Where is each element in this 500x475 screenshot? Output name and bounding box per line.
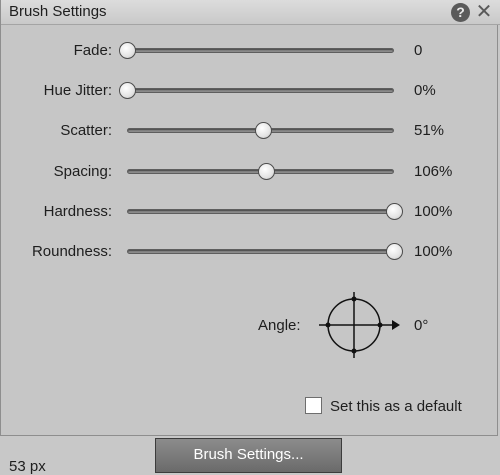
close-icon[interactable]: ✕ <box>474 1 494 23</box>
slider-thumb[interactable] <box>255 122 273 139</box>
angle-label: Angle: <box>258 317 301 334</box>
slider-thumb[interactable] <box>386 243 403 260</box>
slider-row-scatter: Scatter: 51% <box>1 116 500 146</box>
roundness-slider[interactable] <box>127 243 403 260</box>
slider-label: Scatter: <box>60 122 112 139</box>
slider-label: Spacing: <box>53 163 112 180</box>
set-default-label[interactable]: Set this as a default <box>330 398 462 415</box>
slider-value: 100% <box>414 203 453 220</box>
brush-settings-button[interactable]: Brush Settings... <box>155 438 342 473</box>
slider-thumb[interactable] <box>386 203 403 220</box>
slider-thumb[interactable] <box>119 42 136 59</box>
slider-row-hardness: Hardness: 100% <box>1 197 500 227</box>
slider-value: 51% <box>414 122 445 139</box>
angle-handle-bottom[interactable] <box>351 348 357 354</box>
slider-label: Fade: <box>73 42 112 59</box>
angle-handle-top[interactable] <box>351 296 357 302</box>
slider-thumb[interactable] <box>119 82 136 99</box>
slider-value: 0% <box>414 82 436 99</box>
hardness-slider[interactable] <box>127 203 403 220</box>
slider-row-roundness: Roundness: 100% <box>1 237 500 267</box>
spacing-slider[interactable] <box>127 163 394 180</box>
angle-dial[interactable] <box>316 290 406 360</box>
brush-size-readout: 53 px <box>9 458 46 475</box>
slider-label: Hue Jitter: <box>43 82 112 99</box>
hue-jitter-slider[interactable] <box>119 82 394 99</box>
slider-track[interactable] <box>127 48 394 53</box>
angle-handle-left[interactable] <box>325 322 331 328</box>
slider-label: Hardness: <box>43 203 112 220</box>
slider-row-spacing: Spacing: 106% <box>1 157 500 187</box>
scatter-slider[interactable] <box>127 122 394 139</box>
angle-value: 0° <box>414 317 429 334</box>
slider-thumb[interactable] <box>257 163 275 180</box>
fade-slider[interactable] <box>119 42 394 59</box>
brush-settings-panel: Brush Settings ? ✕ Fade: 0 Hue Jitter: 0… <box>0 0 500 436</box>
slider-label: Roundness: <box>31 243 112 260</box>
slider-track[interactable] <box>127 249 394 254</box>
slider-track[interactable] <box>127 88 394 93</box>
slider-value: 0 <box>414 42 423 59</box>
angle-arrow-icon <box>392 320 400 330</box>
slider-row-fade: Fade: 0 <box>1 36 500 66</box>
slider-track[interactable] <box>127 209 394 214</box>
slider-value: 100% <box>414 243 453 260</box>
title-bar: Brush Settings ? ✕ <box>1 0 500 25</box>
slider-value: 106% <box>414 163 453 180</box>
slider-row-hue-jitter: Hue Jitter: 0% <box>1 76 500 106</box>
panel-title: Brush Settings <box>9 3 107 20</box>
help-icon[interactable]: ? <box>451 3 470 22</box>
set-default-checkbox[interactable] <box>305 397 322 414</box>
angle-handle-right[interactable] <box>377 322 383 328</box>
